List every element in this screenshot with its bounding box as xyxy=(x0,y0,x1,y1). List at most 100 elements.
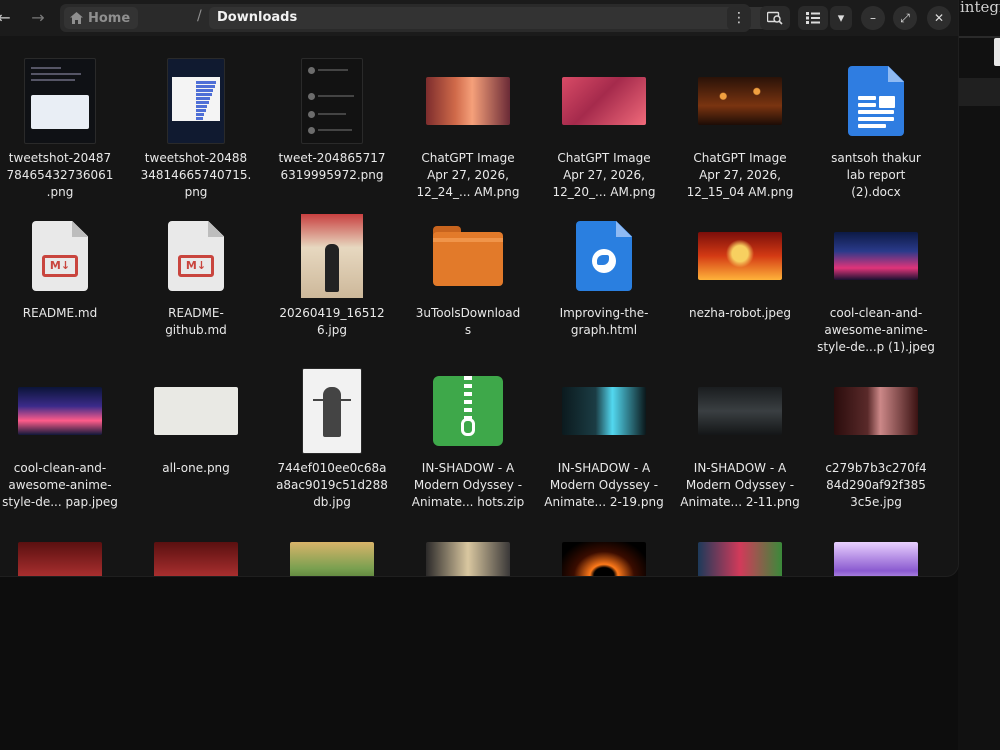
image-thumbnail xyxy=(302,368,362,454)
file-item[interactable]: cool-clean-and- awesome-anime- style-de.… xyxy=(810,191,942,354)
markdown-file-icon: M↓ xyxy=(168,221,224,291)
screenshot-thumbnail xyxy=(24,58,96,144)
file-item[interactable]: tweetshot-20487 78465432736061 .png xyxy=(0,36,126,199)
search-folder-icon xyxy=(767,11,783,25)
image-thumbnail xyxy=(562,77,646,125)
minimize-icon: – xyxy=(870,11,876,25)
path-bar: Home / Downloads xyxy=(60,4,779,32)
image-thumbnail xyxy=(154,542,238,576)
file-item[interactable]: ChatGPT Image Apr 27, 2026, 12_15_04 AM.… xyxy=(674,36,806,199)
close-button[interactable]: ✕ xyxy=(927,6,951,30)
file-thumbnail xyxy=(810,501,942,576)
view-mode-button[interactable] xyxy=(798,6,828,30)
file-item[interactable]: all-one.png xyxy=(130,346,262,506)
file-name-label: tweet-204865717 6319995972.png xyxy=(278,151,386,182)
image-thumbnail xyxy=(154,387,238,435)
file-item[interactable]: Improving-the- graph.html xyxy=(538,191,670,351)
file-item[interactable]: M↓ README.md xyxy=(0,191,126,351)
file-item[interactable]: IN-SHADOW - A Modern Odyssey - Animate..… xyxy=(538,346,670,509)
file-name-label: 3uToolsDownload s xyxy=(415,306,521,337)
file-item[interactable]: cool-clean-and- awesome-anime- style-de.… xyxy=(0,346,126,509)
background-app-panel xyxy=(958,78,1000,106)
file-thumbnail xyxy=(810,346,942,476)
file-item[interactable] xyxy=(402,501,534,576)
file-thumbnail xyxy=(538,191,670,321)
file-item[interactable]: ChatGPT Image Apr 27, 2026, 12_20_... AM… xyxy=(538,36,670,199)
arrow-left-icon: ← xyxy=(0,8,11,27)
file-item[interactable]: c279b7b3c270f4 84d290af92f385 3c5e.jpg xyxy=(810,346,942,509)
file-thumbnail xyxy=(402,36,534,166)
file-item[interactable]: M↓ README- github.md xyxy=(130,191,262,351)
file-thumbnail xyxy=(0,346,126,476)
file-thumbnail xyxy=(130,36,262,166)
file-item[interactable]: IN-SHADOW - A Modern Odyssey - Animate..… xyxy=(674,346,806,509)
background-app-window: integra xyxy=(958,0,1000,750)
path-menu-button[interactable]: ⋮ xyxy=(727,6,751,30)
screenshot-thumbnail xyxy=(167,58,225,144)
breadcrumb-home-label: Home xyxy=(88,10,131,26)
file-thumbnail xyxy=(402,501,534,576)
image-thumbnail xyxy=(18,387,102,435)
list-view-icon xyxy=(806,12,820,24)
file-item[interactable] xyxy=(0,501,126,576)
file-thumbnail xyxy=(674,346,806,476)
search-button[interactable] xyxy=(760,6,790,30)
image-thumbnail xyxy=(834,232,918,280)
file-thumbnail xyxy=(674,36,806,166)
html-file-icon xyxy=(576,221,632,291)
file-item[interactable]: 744ef010ee0c68a a8ac9019c51d288 db.jpg xyxy=(266,346,398,509)
file-thumbnail xyxy=(402,191,534,321)
file-item[interactable]: 20260419_16512 6.jpg xyxy=(266,191,398,351)
image-thumbnail xyxy=(301,214,363,298)
file-item[interactable]: tweetshot-20488 34814665740715. png xyxy=(130,36,262,199)
image-thumbnail xyxy=(18,542,102,576)
file-item[interactable]: tweet-204865717 6319995972.png xyxy=(266,36,398,196)
image-thumbnail xyxy=(698,542,782,576)
forward-button[interactable]: → xyxy=(26,6,50,30)
file-thumbnail: M↓ xyxy=(0,191,126,321)
file-thumbnail xyxy=(538,501,670,576)
image-thumbnail xyxy=(698,232,782,280)
home-icon xyxy=(70,12,83,24)
file-thumbnail xyxy=(538,346,670,476)
file-name-label: Improving-the- graph.html xyxy=(559,306,649,337)
file-thumbnail xyxy=(810,36,942,166)
breadcrumb-current-folder[interactable]: Downloads xyxy=(209,7,779,29)
image-thumbnail xyxy=(834,387,918,435)
file-grid: tweetshot-20487 78465432736061 .png tweet… xyxy=(0,36,958,576)
breadcrumb-home[interactable]: Home xyxy=(64,7,139,29)
close-icon: ✕ xyxy=(933,11,945,25)
file-item[interactable]: 3uToolsDownload s xyxy=(402,191,534,351)
minimize-button[interactable]: – xyxy=(861,6,885,30)
file-item[interactable] xyxy=(674,501,806,576)
file-item[interactable]: nezha-robot.jpeg xyxy=(674,191,806,351)
file-manager-window: ← → Home / Downloads ⋮ ▾ – ⤢ ✕ tweetshot… xyxy=(0,0,958,576)
markdown-badge: M↓ xyxy=(42,255,78,277)
file-item[interactable] xyxy=(538,501,670,576)
file-thumbnail xyxy=(674,501,806,576)
background-app-tab xyxy=(994,38,1000,66)
file-thumbnail xyxy=(674,191,806,321)
image-thumbnail xyxy=(290,542,374,576)
file-thumbnail xyxy=(0,36,126,166)
file-item[interactable]: santsoh thakur lab report (2).docx xyxy=(810,36,942,199)
arrow-right-icon: → xyxy=(31,8,45,27)
file-item[interactable] xyxy=(130,501,262,576)
image-thumbnail xyxy=(698,77,782,125)
file-thumbnail xyxy=(266,191,398,321)
file-thumbnail: M↓ xyxy=(130,191,262,321)
file-item[interactable]: IN-SHADOW - A Modern Odyssey - Animate..… xyxy=(402,346,534,509)
file-thumbnail xyxy=(130,501,262,576)
file-item[interactable] xyxy=(810,501,942,576)
file-item[interactable] xyxy=(266,501,398,576)
file-thumbnail xyxy=(130,346,262,476)
file-thumbnail xyxy=(266,501,398,576)
screenshot-thumbnail xyxy=(301,58,363,144)
file-item[interactable]: ChatGPT Image Apr 27, 2026, 12_24_... AM… xyxy=(402,36,534,199)
file-name-label: all-one.png xyxy=(162,461,230,475)
back-button[interactable]: ← xyxy=(0,6,16,30)
image-thumbnail xyxy=(426,77,510,125)
markdown-badge: M↓ xyxy=(178,255,214,277)
view-options-dropdown[interactable]: ▾ xyxy=(830,6,852,30)
maximize-button[interactable]: ⤢ xyxy=(893,6,917,30)
